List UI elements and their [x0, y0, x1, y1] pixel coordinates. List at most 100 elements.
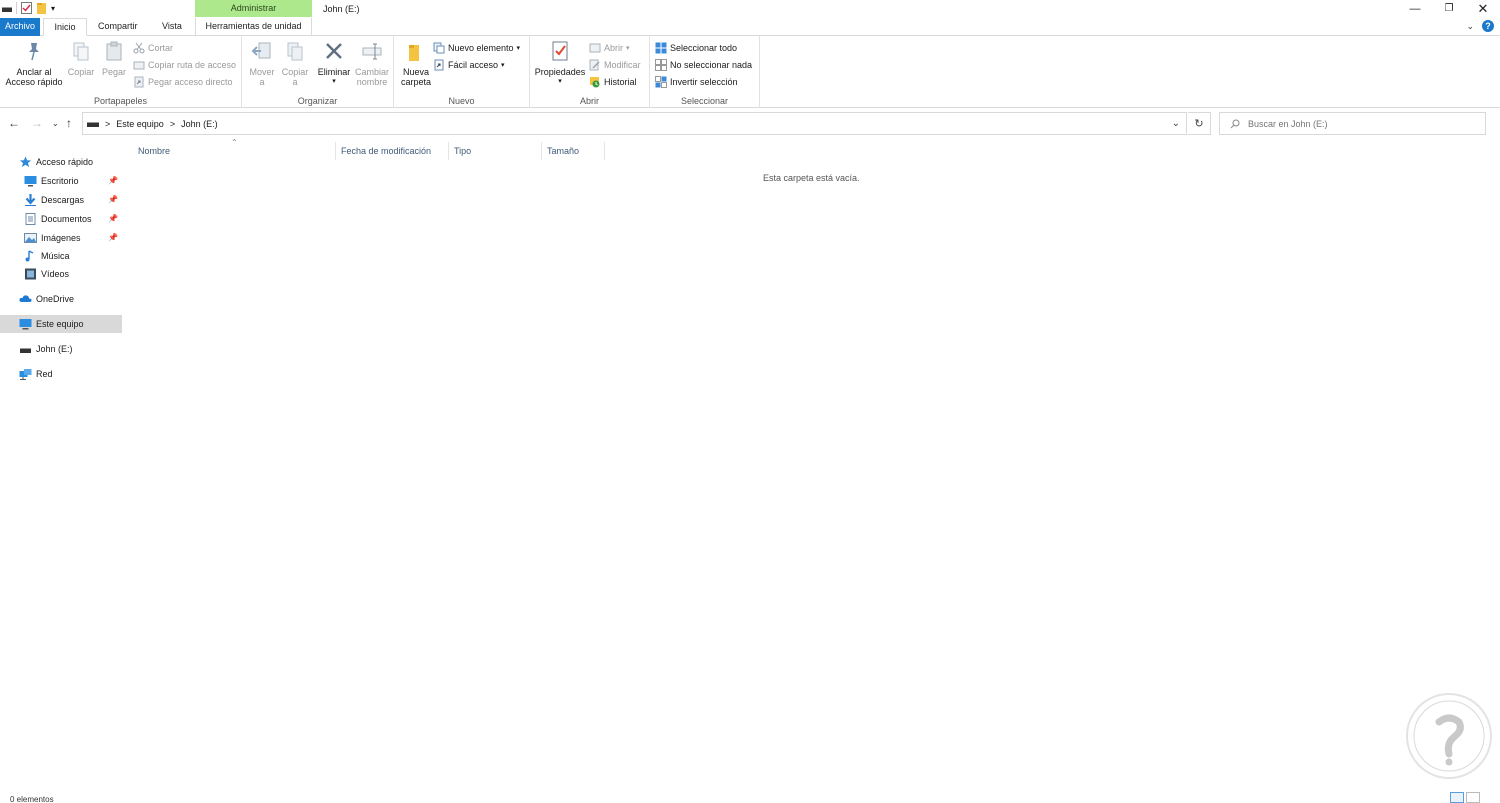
select-none-button[interactable]: No seleccionar nada — [655, 57, 752, 73]
new-item-button[interactable]: Nuevo elemento ▾ — [433, 40, 520, 56]
history-button[interactable]: Historial — [589, 74, 637, 90]
close-button[interactable]: ✕ — [1466, 0, 1500, 17]
new-folder-icon[interactable] — [36, 2, 47, 14]
large-icons-view-icon[interactable] — [1466, 792, 1480, 803]
nav-label: Música — [41, 251, 70, 261]
refresh-button[interactable]: ↻ — [1188, 112, 1211, 135]
open-button[interactable]: Abrir ▾ — [589, 40, 630, 56]
move-to-button[interactable]: Mover a — [246, 40, 278, 87]
tab-inicio[interactable]: Inicio — [43, 18, 87, 36]
properties-check-icon — [552, 41, 568, 61]
tab-vista[interactable]: Vista — [154, 18, 190, 36]
help-icon[interactable]: ? — [1482, 20, 1494, 32]
nav-item-pictures[interactable]: Imágenes 📌 — [0, 229, 122, 247]
nav-item-quick-access[interactable]: Acceso rápido — [0, 153, 122, 171]
search-box[interactable] — [1219, 112, 1486, 135]
copy-path-button[interactable]: Copiar ruta de acceso — [133, 57, 236, 73]
desktop-icon — [24, 176, 37, 187]
group-label-seleccionar: Seleccionar — [680, 96, 729, 106]
properties-button[interactable]: Propiedades ▾ — [533, 40, 587, 87]
pin-icon[interactable]: 📌 — [108, 233, 118, 242]
easy-access-button[interactable]: Fácil acceso ▾ — [433, 57, 505, 73]
recent-locations-chevron-icon[interactable]: ⌄ — [52, 119, 59, 128]
edit-button[interactable]: Modificar — [589, 57, 641, 73]
search-icon — [1230, 119, 1240, 128]
copy-to-label-line1: Copiar — [281, 67, 309, 77]
invert-selection-label: Invertir selección — [670, 77, 738, 87]
new-folder-button[interactable]: Nueva carpeta — [397, 40, 435, 87]
folder-icon — [409, 45, 419, 61]
nav-item-downloads[interactable]: Descargas 📌 — [0, 191, 122, 209]
breadcrumb-este-equipo[interactable]: Este equipo — [116, 119, 164, 129]
rename-button[interactable]: Cambiar nombre — [353, 40, 391, 87]
up-arrow-icon[interactable]: ↑ — [66, 116, 72, 130]
nav-item-music[interactable]: Música — [0, 247, 122, 265]
group-label-abrir: Abrir — [579, 96, 599, 106]
paste-button[interactable]: Pegar — [98, 40, 130, 77]
paste-label: Pegar — [101, 67, 127, 77]
search-input[interactable] — [1248, 118, 1468, 129]
properties-dropdown-icon[interactable]: ▾ — [533, 77, 587, 87]
document-icon — [25, 213, 36, 225]
tab-archivo[interactable]: Archivo — [0, 18, 40, 36]
column-label: Nombre — [138, 146, 171, 156]
invert-selection-icon — [655, 76, 667, 88]
details-view-icon[interactable] — [1450, 792, 1464, 803]
forward-arrow-icon[interactable]: → — [31, 116, 43, 130]
back-arrow-icon[interactable]: ← — [8, 116, 20, 130]
delete-dropdown-icon[interactable]: ▾ — [315, 77, 353, 87]
pin-icon[interactable]: 📌 — [108, 176, 118, 185]
edit-label: Modificar — [604, 60, 641, 70]
minimize-button[interactable]: — — [1398, 0, 1432, 17]
delete-button[interactable]: Eliminar ▾ — [315, 40, 353, 87]
nav-item-this-pc[interactable]: Este equipo — [0, 315, 122, 333]
paste-shortcut-button[interactable]: Pegar acceso directo — [133, 74, 233, 90]
address-bar[interactable]: > Este equipo > John (E:) ⌄ — [82, 112, 1187, 135]
column-header-type[interactable]: Tipo — [450, 142, 542, 160]
pin-quick-access-button[interactable]: Anclar al Acceso rápido — [4, 40, 64, 87]
breadcrumb-john-e[interactable]: John (E:) — [181, 119, 218, 129]
tab-compartir[interactable]: Compartir — [90, 18, 146, 36]
nav-item-network[interactable]: Red — [0, 365, 122, 383]
nav-item-onedrive[interactable]: OneDrive — [0, 290, 122, 308]
pin-icon[interactable]: 📌 — [108, 195, 118, 204]
select-none-label: No seleccionar nada — [670, 60, 753, 70]
select-all-button[interactable]: Seleccionar todo — [655, 40, 737, 56]
tab-herramientas-de-unidad[interactable]: Herramientas de unidad — [195, 18, 312, 36]
nav-label: Descargas — [41, 195, 85, 205]
ribbon-collapse-chevron-icon[interactable]: ⌄ — [1466, 21, 1474, 32]
new-folder-label-line2: carpeta — [400, 77, 432, 87]
customize-toolbar-chevron-icon[interactable]: ▾ — [51, 4, 55, 13]
properties-icon[interactable] — [21, 2, 32, 14]
nav-item-documents[interactable]: Documentos 📌 — [0, 210, 122, 228]
copy-path-label: Copiar ruta de acceso — [148, 60, 237, 70]
copy-to-button[interactable]: Copiar a — [278, 40, 312, 87]
invert-selection-button[interactable]: Invertir selección — [655, 74, 738, 90]
delete-label: Eliminar — [317, 67, 351, 77]
column-header-size[interactable]: Tamaño — [543, 142, 605, 160]
cut-button[interactable]: Cortar — [133, 40, 173, 56]
easy-access-dropdown-icon: ▾ — [501, 62, 505, 69]
address-dropdown-chevron-icon[interactable]: ⌄ — [1172, 118, 1180, 129]
column-header-modified[interactable]: Fecha de modificación — [337, 142, 449, 160]
drive-icon — [87, 121, 99, 127]
star-icon — [19, 156, 32, 167]
pin-icon[interactable]: 📌 — [108, 214, 118, 223]
history-icon — [590, 77, 600, 88]
nav-item-desktop[interactable]: Escritorio 📌 — [0, 172, 122, 190]
copy-icon — [73, 42, 89, 61]
column-label: Tipo — [454, 146, 472, 156]
nav-item-drive-john[interactable]: John (E:) — [0, 340, 122, 358]
paste-icon — [106, 41, 122, 61]
history-label: Historial — [604, 77, 637, 87]
column-header-name[interactable]: Nombre — [134, 142, 336, 160]
move-to-icon — [251, 42, 271, 59]
copy-button[interactable]: Copiar — [64, 40, 98, 77]
drive-icon[interactable] — [2, 3, 12, 13]
rename-label-line1: Cambiar — [354, 67, 389, 77]
minimize-icon: — — [1409, 2, 1421, 15]
restore-button[interactable]: ❐ — [1432, 0, 1466, 17]
column-label: Tamaño — [547, 146, 580, 156]
nav-item-videos[interactable]: Vídeos — [0, 265, 122, 283]
nav-label: Red — [36, 369, 53, 379]
